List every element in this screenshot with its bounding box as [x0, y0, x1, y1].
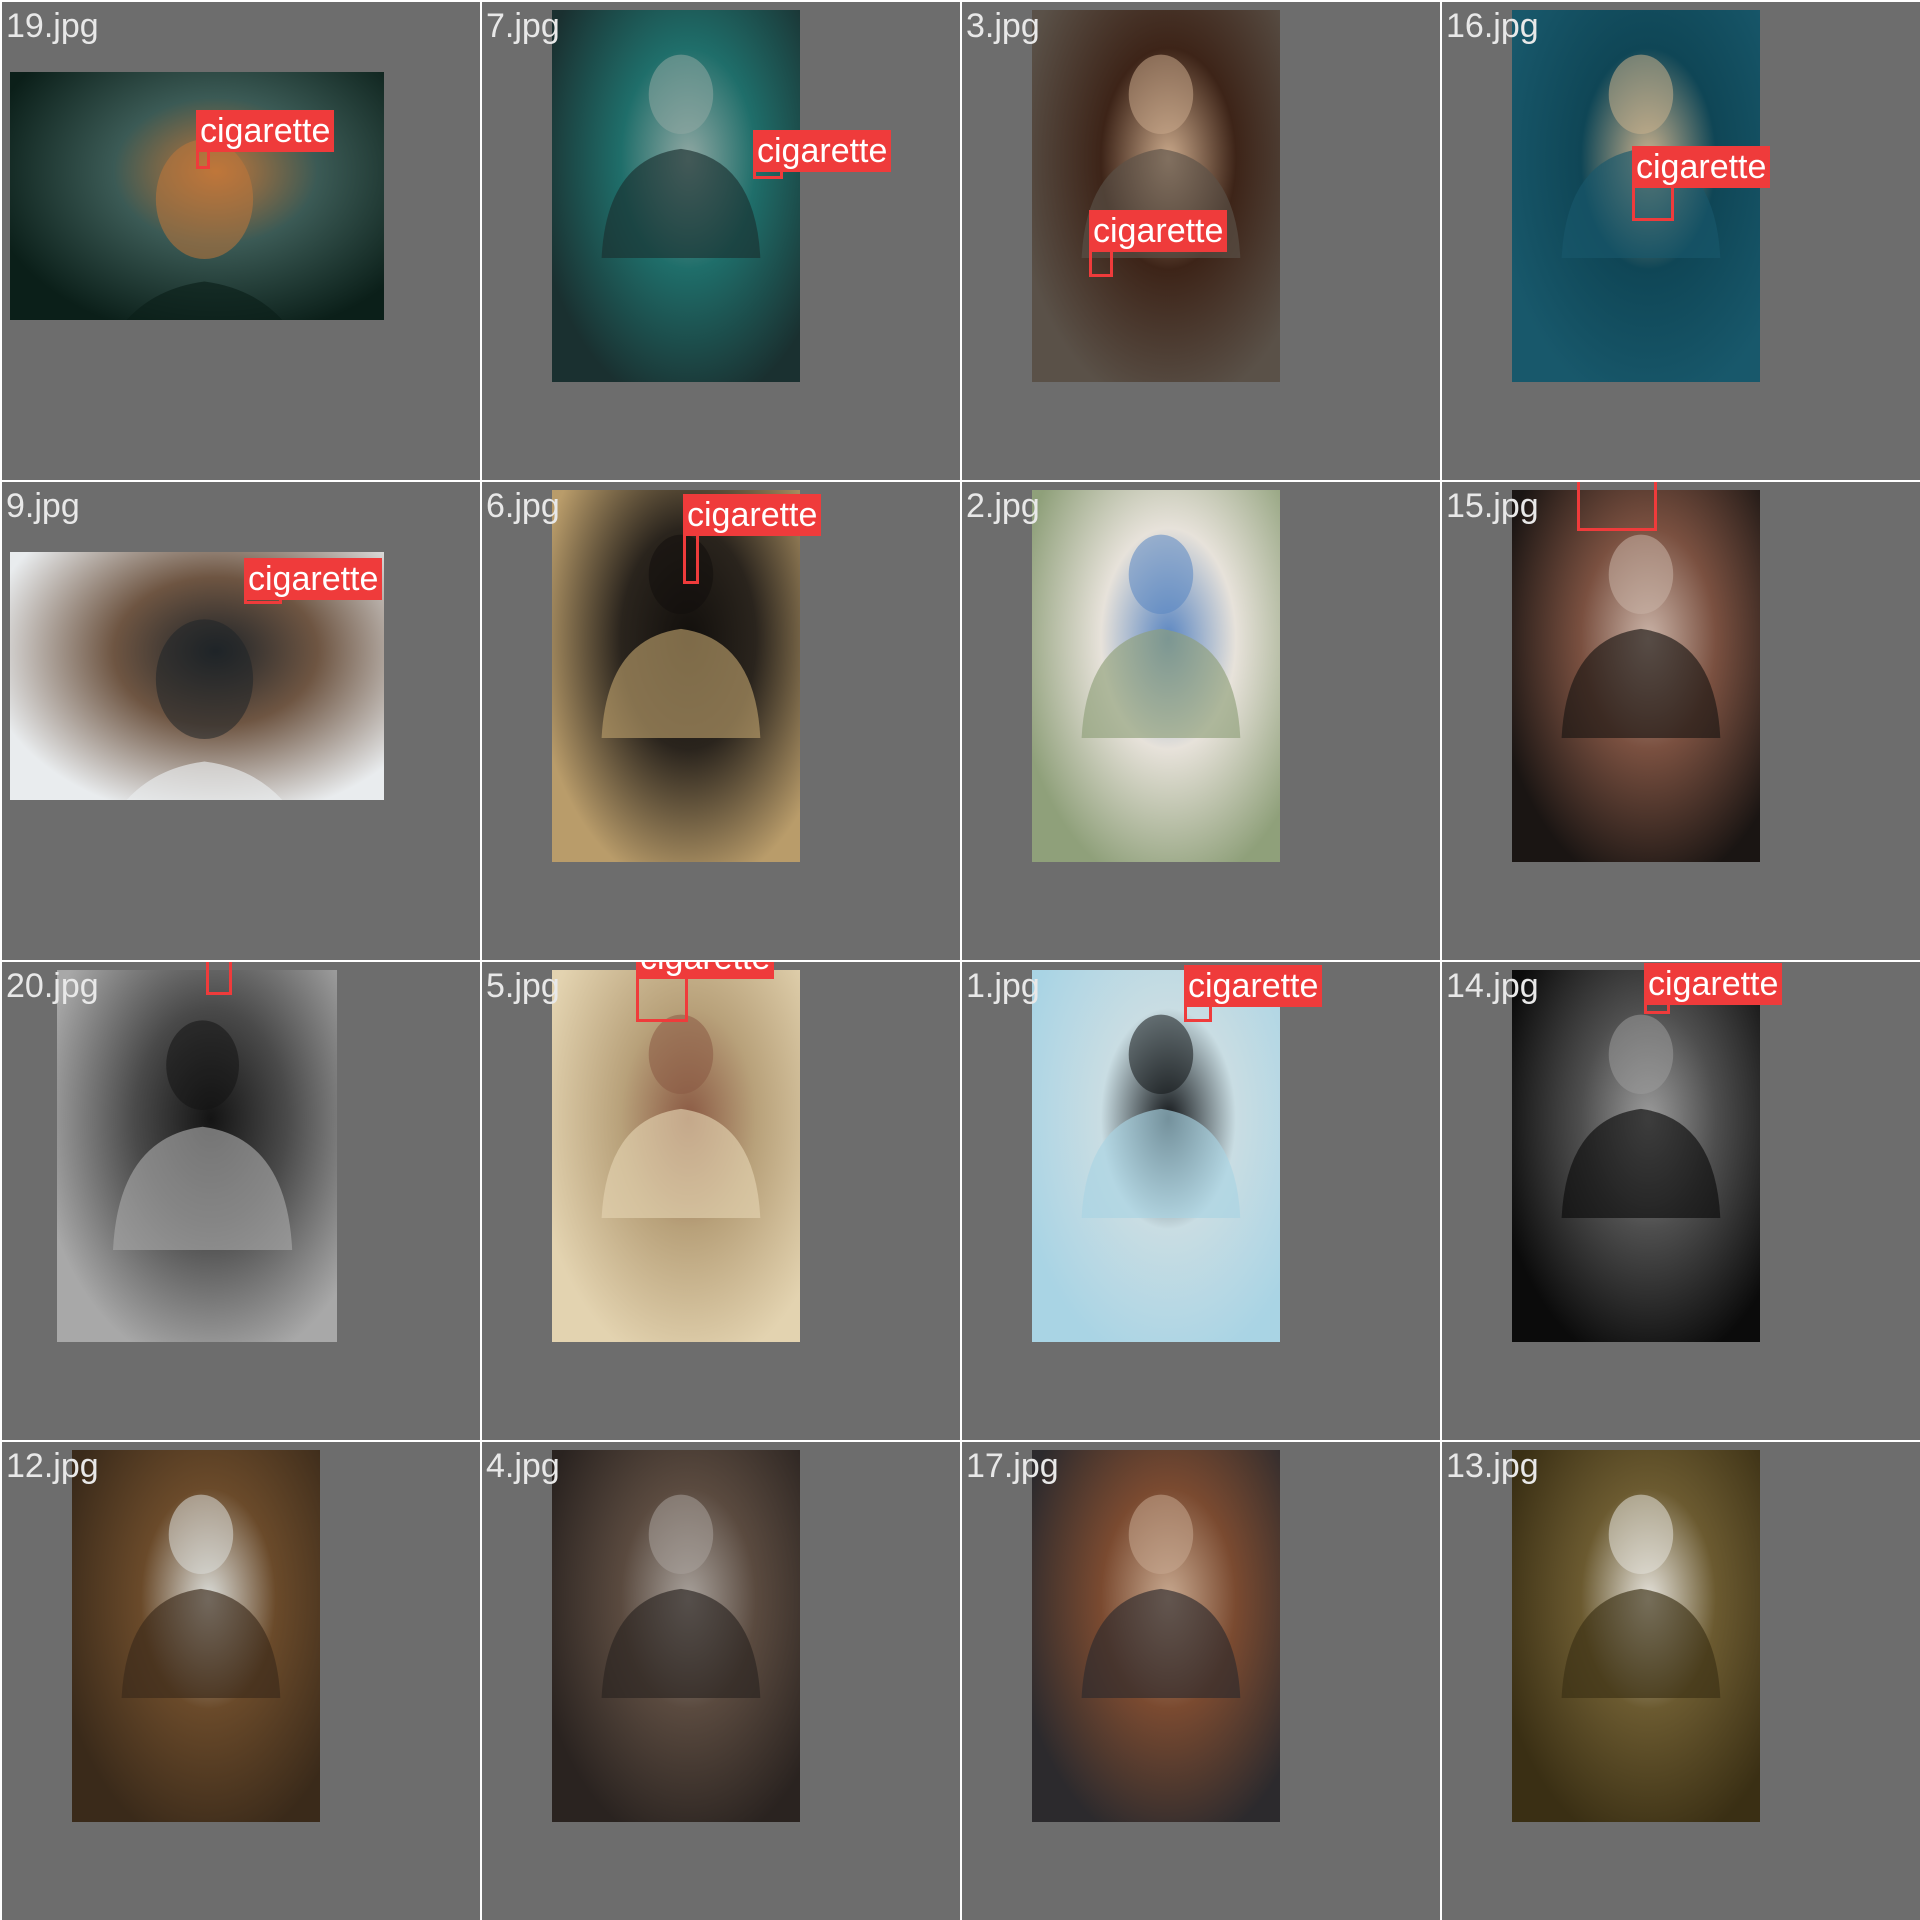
- filename-label: 1.jpg: [966, 967, 1040, 1005]
- grid-cell: 20.jpgcigarette: [2, 962, 480, 1440]
- photo-thumbnail: [57, 970, 337, 1342]
- detection-label: cigarette: [1632, 146, 1771, 188]
- grid-cell: 3.jpg cigarette: [962, 2, 1440, 480]
- grid-cell: 15.jpgcigarette: [1442, 482, 1920, 960]
- filename-label: 20.jpg: [6, 967, 99, 1005]
- person-silhouette: [121, 1494, 281, 1698]
- grid-cell: 17.jpgcigarette: [962, 1442, 1440, 1920]
- filename-label: 6.jpg: [486, 487, 560, 525]
- detection-label: cigarette: [196, 110, 335, 152]
- grid-cell: 6.jpg cigarette: [482, 482, 960, 960]
- photo-thumbnail: [1512, 490, 1760, 862]
- detection-label: cigarette: [753, 130, 892, 172]
- detection-box: [683, 530, 699, 584]
- filename-label: 17.jpg: [966, 1447, 1059, 1485]
- photo-thumbnail: [1032, 10, 1280, 382]
- filename-label: 12.jpg: [6, 1447, 99, 1485]
- detection-box: [636, 972, 688, 1022]
- filename-label: 5.jpg: [486, 967, 560, 1005]
- person-silhouette: [1081, 1014, 1241, 1218]
- filename-label: 4.jpg: [486, 1447, 560, 1485]
- grid-cell: 14.jpg cigarette: [1442, 962, 1920, 1440]
- grid-cell: 12.jpgcigarette: [2, 1442, 480, 1920]
- person-silhouette: [1561, 1014, 1721, 1218]
- photo-thumbnail: [1512, 1450, 1760, 1822]
- person-silhouette: [113, 1020, 293, 1250]
- grid-cell: 4.jpgcigarette: [482, 1442, 960, 1920]
- photo-thumbnail: [1512, 970, 1760, 1342]
- detection-box: [1577, 482, 1657, 531]
- image-grid: 19.jpg cigarette 7.jpg cigarette 3.jpg cigare…: [0, 0, 1920, 1920]
- detection-label: cigarette: [244, 558, 383, 600]
- photo-thumbnail: [1032, 970, 1280, 1342]
- detection-label: cigarette: [1644, 963, 1783, 1005]
- filename-label: 7.jpg: [486, 7, 560, 45]
- grid-cell: 2.jpgcigarette: [962, 482, 1440, 960]
- photo-thumbnail: [72, 1450, 320, 1822]
- filename-label: 19.jpg: [6, 7, 99, 45]
- detection-label: cigarette: [683, 494, 822, 536]
- photo-thumbnail: [552, 970, 800, 1342]
- filename-label: 16.jpg: [1446, 7, 1539, 45]
- photo-thumbnail: [552, 1450, 800, 1822]
- photo-thumbnail: [1032, 490, 1280, 862]
- filename-label: 2.jpg: [966, 487, 1040, 525]
- filename-label: 3.jpg: [966, 7, 1040, 45]
- filename-label: 15.jpg: [1446, 487, 1539, 525]
- filename-label: 9.jpg: [6, 487, 80, 525]
- detection-label: cigarette: [636, 962, 775, 979]
- grid-cell: 5.jpg cigarette: [482, 962, 960, 1440]
- grid-cell: 7.jpg cigarette: [482, 2, 960, 480]
- photo-thumbnail: [552, 490, 800, 862]
- detection-label: cigarette: [1184, 965, 1323, 1007]
- person-silhouette: [1561, 1494, 1721, 1698]
- grid-cell: 1.jpg cigarette: [962, 962, 1440, 1440]
- person-silhouette: [1081, 534, 1241, 738]
- photo-thumbnail: [552, 10, 800, 382]
- grid-cell: 19.jpg cigarette: [2, 2, 480, 480]
- grid-cell: 16.jpg cigarette: [1442, 2, 1920, 480]
- photo-thumbnail: [1032, 1450, 1280, 1822]
- filename-label: 14.jpg: [1446, 967, 1539, 1005]
- person-silhouette: [601, 1494, 761, 1698]
- grid-cell: 13.jpgcigarette: [1442, 1442, 1920, 1920]
- person-silhouette: [1081, 1494, 1241, 1698]
- detection-label: cigarette: [1089, 210, 1228, 252]
- detection-box: [206, 962, 232, 995]
- grid-cell: 9.jpg cigarette: [2, 482, 480, 960]
- filename-label: 13.jpg: [1446, 1447, 1539, 1485]
